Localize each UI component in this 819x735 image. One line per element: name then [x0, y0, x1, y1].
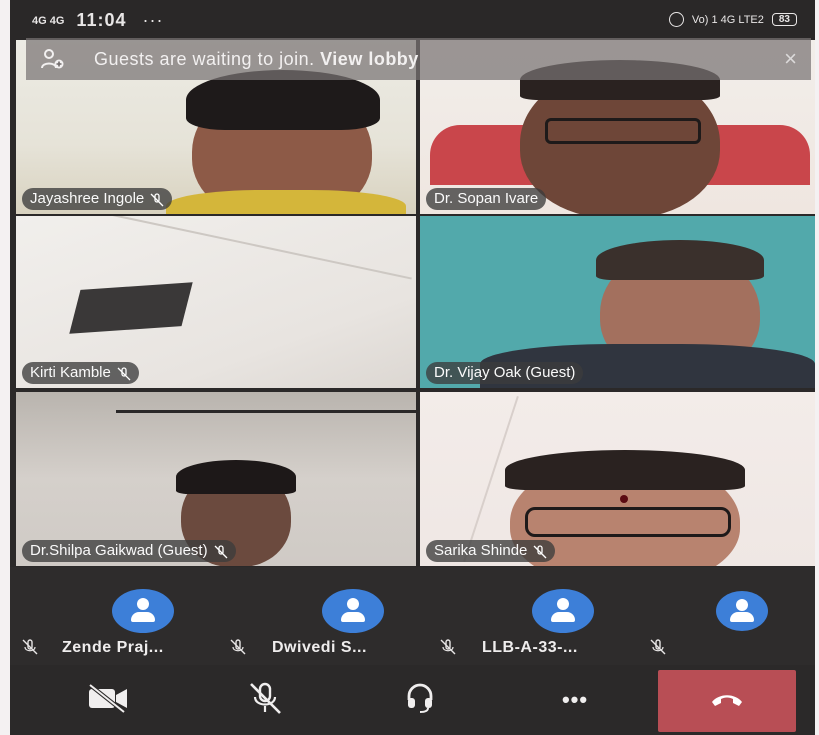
bindi	[620, 495, 628, 503]
participant-name-text: Jayashree Ingole	[30, 190, 145, 207]
video-tile[interactable]: Kirti Kamble	[16, 216, 416, 388]
call-controls: •••	[10, 665, 815, 735]
teams-meeting-screen: 4G 4G 11:04 ··· Vo) 1 4G LTE2 83 Guests …	[10, 0, 815, 735]
participant-name-text: Dr.Shilpa Gaikwad (Guest)	[30, 542, 208, 559]
participant-name-text: Dr. Vijay Oak (Guest)	[434, 364, 576, 381]
clock: 11:04	[76, 10, 127, 30]
video-tile[interactable]: Dr.Shilpa Gaikwad (Guest)	[16, 392, 416, 566]
network-right: Vo) 1 4G LTE2	[691, 13, 764, 26]
mic-muted-icon	[214, 544, 228, 559]
network-indicator: 4G 4G	[32, 15, 65, 28]
mic-off-icon	[247, 681, 283, 720]
banner-message: Guests are waiting to join.	[94, 48, 315, 69]
participant-name-text: Kirti Kamble	[30, 364, 111, 381]
participant-card[interactable]	[680, 567, 815, 665]
participant-hair	[176, 460, 296, 494]
mic-muted-icon	[440, 639, 456, 655]
participant-name: Dr.Shilpa Gaikwad (Guest)	[22, 540, 236, 562]
ceiling-line	[20, 216, 412, 280]
status-right: Vo) 1 4G LTE2 83	[668, 12, 797, 27]
mic-muted-icon	[230, 639, 246, 655]
participant-card-name: Dwivedi S...	[272, 639, 367, 656]
participant-name: Sarika Shinde	[426, 540, 556, 562]
video-tile[interactable]: Dr. Vijay Oak (Guest)	[420, 216, 815, 388]
lobby-banner[interactable]: Guests are waiting to join. View lobby ×	[26, 38, 811, 80]
more-icon: •••	[561, 687, 589, 712]
audio-button[interactable]	[390, 677, 450, 723]
avatar	[532, 589, 594, 633]
participant-card[interactable]: Zende Praj...	[50, 567, 255, 665]
alarm-icon	[668, 12, 684, 27]
close-icon[interactable]: ×	[784, 46, 797, 72]
participant-hair	[596, 240, 764, 280]
camera-off-icon	[86, 682, 130, 718]
notification-dots: ···	[142, 10, 164, 30]
mic-muted-icon	[533, 544, 547, 559]
people-add-icon	[40, 47, 66, 71]
avatar	[322, 589, 384, 633]
banner-text: Guests are waiting to join. View lobby	[94, 49, 419, 70]
participant-name: Kirti Kamble	[22, 362, 139, 384]
participant-name: Dr. Sopan Ivare	[426, 188, 547, 210]
more-options-button[interactable]: •••	[545, 677, 605, 723]
participant-name: Jayashree Ingole	[22, 188, 173, 210]
participant-body	[166, 190, 406, 214]
participant-card-name: Zende Praj...	[62, 639, 164, 656]
hang-up-button[interactable]	[658, 670, 796, 732]
mic-toggle-button[interactable]	[235, 677, 295, 723]
wall-bar	[116, 410, 416, 413]
participant-card[interactable]: Dwivedi S...	[260, 567, 465, 665]
mic-muted-icon	[117, 366, 131, 381]
participant-hair	[505, 450, 745, 490]
participant-name: Dr. Vijay Oak (Guest)	[426, 362, 584, 384]
view-lobby-link[interactable]: View lobby	[320, 49, 419, 69]
mic-muted-icon	[150, 192, 164, 207]
participant-name-text: Dr. Sopan Ivare	[434, 190, 539, 207]
status-bar: 4G 4G 11:04 ··· Vo) 1 4G LTE2 83	[10, 0, 815, 40]
avatar	[716, 591, 768, 631]
ceiling-vent	[69, 282, 193, 334]
mic-muted-icon	[650, 639, 666, 655]
glasses	[525, 507, 731, 537]
battery-indicator: 83	[771, 13, 797, 26]
headset-icon	[404, 682, 436, 719]
mic-muted-icon	[22, 639, 38, 655]
hang-up-icon	[709, 689, 745, 714]
status-left: 4G 4G 11:04 ···	[32, 10, 163, 31]
camera-toggle-button[interactable]	[78, 677, 138, 723]
avatar	[112, 589, 174, 633]
participant-card-name: LLB-A-33-...	[482, 639, 578, 656]
participant-card[interactable]: LLB-A-33-...	[470, 567, 675, 665]
glasses	[545, 118, 701, 144]
participant-name-text: Sarika Shinde	[434, 542, 528, 559]
video-tile[interactable]: Sarika Shinde	[420, 392, 815, 566]
participant-strip[interactable]: Zende Praj... Dwivedi S... LLB-A-33-...	[10, 567, 815, 665]
